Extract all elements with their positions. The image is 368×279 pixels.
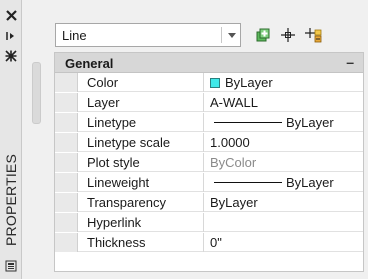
property-grid: General – Color ByLayer Layer A-WALL Lin… bbox=[54, 52, 364, 272]
properties-panel: Line General – Color ByLayer Layer A-WAL… bbox=[30, 0, 368, 279]
column-divider bbox=[203, 213, 204, 232]
row-gutter bbox=[55, 73, 78, 92]
property-label: Thickness bbox=[87, 235, 146, 250]
close-icon[interactable] bbox=[3, 7, 19, 23]
column-divider bbox=[203, 133, 204, 152]
property-label: Plot style bbox=[87, 155, 140, 170]
color-swatch-icon bbox=[210, 78, 220, 88]
toggle-pickadd-button[interactable] bbox=[252, 24, 274, 46]
property-label: Color bbox=[87, 75, 119, 90]
row-gutter bbox=[55, 153, 78, 172]
row-gutter bbox=[55, 193, 78, 212]
row-gutter bbox=[55, 133, 78, 152]
chevron-down-icon[interactable] bbox=[225, 27, 239, 43]
lineweight-value-text: ByLayer bbox=[286, 175, 334, 190]
column-divider bbox=[203, 193, 204, 212]
quick-select-button[interactable] bbox=[302, 24, 324, 46]
palette-menu-icon[interactable] bbox=[3, 258, 19, 274]
line-sample bbox=[214, 122, 282, 123]
column-divider bbox=[203, 153, 204, 172]
dropdown-divider bbox=[221, 27, 222, 43]
line-sample bbox=[214, 182, 282, 183]
toggle-pickadd-icon bbox=[256, 28, 270, 42]
column-divider bbox=[203, 113, 204, 132]
property-value[interactable]: ByLayer bbox=[210, 173, 360, 192]
palette-title-strip: PROPERTIES bbox=[0, 0, 22, 279]
property-row-thickness[interactable]: Thickness 0" bbox=[55, 233, 363, 252]
property-value[interactable]: A-WALL bbox=[210, 95, 258, 110]
object-type-dropdown[interactable]: Line bbox=[55, 23, 241, 47]
property-row-hyperlink[interactable]: Hyperlink bbox=[55, 213, 363, 232]
property-label: Lineweight bbox=[87, 175, 150, 190]
property-value[interactable]: 1.0000 bbox=[210, 135, 250, 150]
property-value[interactable]: ByLayer bbox=[210, 195, 258, 210]
column-divider bbox=[203, 173, 204, 192]
collapse-icon[interactable]: – bbox=[346, 54, 354, 70]
property-label: Layer bbox=[87, 95, 120, 110]
section-title: General bbox=[65, 56, 114, 71]
color-value-text: ByLayer bbox=[225, 75, 273, 90]
object-type-value: Line bbox=[62, 28, 87, 43]
property-value[interactable]: ByLayer bbox=[210, 113, 360, 132]
property-row-linetype-scale[interactable]: Linetype scale 1.0000 bbox=[55, 133, 363, 152]
section-general[interactable]: General – bbox=[55, 53, 363, 73]
property-row-layer[interactable]: Layer A-WALL bbox=[55, 93, 363, 112]
property-label: Transparency bbox=[87, 195, 166, 210]
row-gutter bbox=[55, 213, 78, 232]
column-divider bbox=[203, 233, 204, 252]
quick-select-icon bbox=[305, 28, 322, 43]
property-value[interactable]: 0" bbox=[210, 235, 222, 250]
palette-title-text: PROPERTIES bbox=[3, 154, 19, 246]
palette-title: PROPERTIES bbox=[1, 150, 21, 250]
property-label: Linetype bbox=[87, 115, 137, 130]
property-value[interactable]: ByLayer bbox=[210, 75, 273, 90]
row-gutter bbox=[55, 113, 78, 132]
property-row-color[interactable]: Color ByLayer bbox=[55, 73, 363, 92]
linetype-value-text: ByLayer bbox=[286, 115, 334, 130]
property-row-transparency[interactable]: Transparency ByLayer bbox=[55, 193, 363, 212]
property-row-lineweight[interactable]: Lineweight ByLayer bbox=[55, 173, 363, 192]
select-objects-button[interactable] bbox=[277, 24, 299, 46]
column-divider bbox=[203, 73, 204, 92]
property-row-linetype[interactable]: Linetype ByLayer bbox=[55, 113, 363, 132]
row-gutter bbox=[55, 173, 78, 192]
property-value: ByColor bbox=[210, 155, 257, 170]
autohide-icon[interactable] bbox=[3, 28, 19, 44]
property-label: Linetype scale bbox=[87, 135, 171, 150]
column-divider bbox=[203, 93, 204, 112]
properties-icon[interactable] bbox=[3, 48, 19, 64]
property-row-plot-style[interactable]: Plot style ByColor bbox=[55, 153, 363, 172]
property-label: Hyperlink bbox=[87, 215, 142, 230]
select-objects-icon bbox=[281, 28, 295, 42]
row-gutter bbox=[55, 93, 78, 112]
row-gutter bbox=[55, 233, 78, 252]
